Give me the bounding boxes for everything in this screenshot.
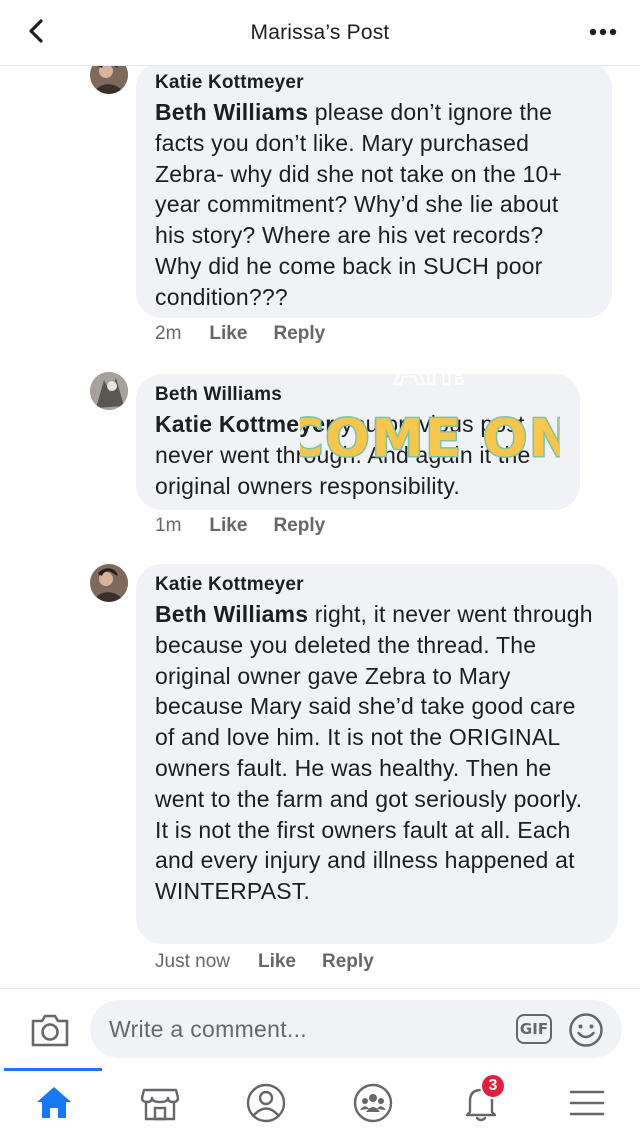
comment-text: Beth Williams right, it never went throu… (155, 601, 593, 905)
comment-bubble: Katie Kottmeyer Beth Williams please don… (136, 66, 612, 318)
comment-timestamp: Just now (155, 951, 230, 972)
mention-link[interactable]: Beth Williams (155, 99, 308, 125)
camera-icon[interactable] (29, 1011, 71, 1049)
comment-actions: 2m Like Reply (155, 323, 351, 345)
comment-composer: Write a comment... GIF (0, 988, 640, 1068)
like-button[interactable]: Like (209, 515, 247, 537)
notification-badge: 3 (480, 1073, 506, 1099)
avatar[interactable] (90, 564, 128, 602)
top-navigation-bar: Marissa’s Post (0, 0, 640, 66)
reply-button[interactable]: Reply (322, 951, 374, 973)
avatar[interactable] (90, 66, 128, 94)
smiley-icon[interactable] (568, 1012, 604, 1048)
profile-icon[interactable] (245, 1082, 287, 1124)
home-icon[interactable] (33, 1082, 75, 1124)
comment-bubble: Katie Kottmeyer Beth Williams right, it … (136, 564, 618, 944)
like-button[interactable]: Like (209, 323, 247, 345)
comment-actions: 1m Like Reply (155, 515, 351, 537)
comment-placeholder: Write a comment... (109, 1015, 307, 1042)
avatar[interactable] (90, 372, 128, 410)
comment-input[interactable]: Write a comment... GIF (90, 1000, 622, 1058)
mention-link[interactable]: Katie Kottmeyer (155, 411, 334, 437)
bottom-tab-bar: 3 (0, 1068, 640, 1136)
comment-timestamp: 2m (155, 323, 182, 344)
mention-link[interactable]: Beth Williams (155, 601, 308, 627)
comment-author[interactable]: Beth Williams (155, 384, 562, 406)
comment-bubble: Beth Williams Katie Kottmeyer you previo… (136, 374, 580, 510)
menu-icon[interactable] (566, 1082, 608, 1124)
comment-text: Beth Williams please don’t ignore the fa… (155, 99, 563, 310)
notifications-tab[interactable]: 3 (460, 1073, 506, 1124)
gif-button[interactable]: GIF (516, 1014, 552, 1044)
more-horizontal-icon[interactable] (588, 20, 618, 44)
marketplace-icon[interactable] (139, 1082, 181, 1124)
active-tab-indicator (4, 1068, 102, 1071)
comment-author[interactable]: Katie Kottmeyer (155, 72, 594, 94)
comment-timestamp: 1m (155, 515, 182, 536)
groups-icon[interactable] (352, 1082, 394, 1124)
like-button[interactable]: Like (258, 951, 296, 973)
comment-actions: Just now Like Reply (155, 951, 400, 973)
comment-author[interactable]: Katie Kottmeyer (155, 574, 600, 596)
comment-text: Katie Kottmeyer you previous post never … (155, 411, 531, 499)
comments-list: Katie Kottmeyer Beth Williams please don… (0, 66, 640, 988)
chevron-left-icon[interactable] (22, 16, 52, 46)
page-title: Marissa’s Post (250, 20, 390, 44)
reply-button[interactable]: Reply (273, 515, 325, 537)
reply-button[interactable]: Reply (273, 323, 325, 345)
